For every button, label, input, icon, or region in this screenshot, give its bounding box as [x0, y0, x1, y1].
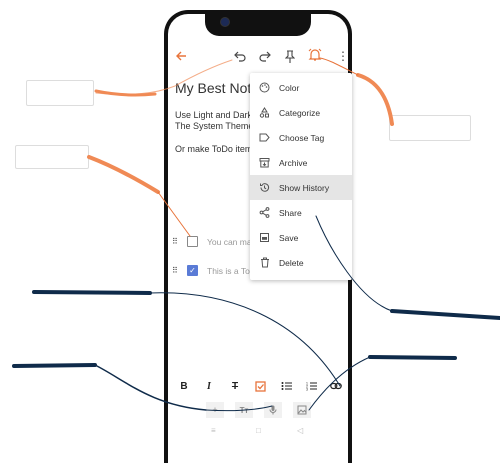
pin-icon[interactable]: [282, 48, 298, 64]
drag-handle-icon[interactable]: ⠿: [172, 266, 178, 275]
save-icon: [250, 232, 279, 243]
todo-text[interactable]: This is a To: [207, 266, 250, 276]
menu-item-label: Save: [279, 232, 299, 243]
menu-item-label: Show History: [279, 182, 330, 193]
camera-icon: [221, 18, 229, 26]
menu-item-show-history[interactable]: Show History: [250, 175, 352, 200]
note-title[interactable]: My Best Note: [175, 80, 259, 96]
todo-checkbox[interactable]: [187, 236, 198, 247]
todo-text[interactable]: You can ma: [207, 237, 252, 247]
menu-item-label: Color: [279, 82, 300, 93]
redo-icon[interactable]: [257, 48, 273, 64]
menu-item-categorize[interactable]: Categorize: [250, 100, 352, 125]
overflow-menu: Color Categorize Choose Tag Archive Show…: [250, 73, 352, 280]
todo-checkbox-checked[interactable]: ✓: [187, 265, 198, 276]
share-icon: [250, 207, 279, 218]
menu-item-delete[interactable]: Delete: [250, 250, 352, 275]
tag-icon: [250, 133, 279, 142]
callout-label-box: [15, 145, 89, 169]
bold-icon[interactable]: B: [178, 380, 190, 392]
strikethrough-icon[interactable]: T: [229, 380, 241, 392]
reminder-bell-icon[interactable]: [307, 47, 323, 63]
home-icon[interactable]: □: [256, 426, 261, 435]
undo-icon[interactable]: [231, 48, 247, 64]
drag-handle-icon[interactable]: ⠿: [172, 237, 178, 246]
numbered-list-icon[interactable]: 123: [305, 380, 317, 392]
menu-item-choose-tag[interactable]: Choose Tag: [250, 125, 352, 150]
menu-item-label: Delete: [279, 257, 304, 268]
more-vert-icon[interactable]: ⋮: [335, 48, 351, 64]
italic-icon[interactable]: I: [203, 380, 215, 392]
menu-item-archive[interactable]: Archive: [250, 150, 352, 175]
menu-item-label: Categorize: [279, 107, 321, 118]
menu-item-share[interactable]: Share: [250, 200, 352, 225]
menu-item-label: Share: [279, 207, 302, 218]
microphone-icon[interactable]: [264, 402, 282, 418]
body-line-2[interactable]: The System Theme: [175, 121, 253, 132]
menu-item-label: Choose Tag: [279, 132, 325, 143]
category-icon: [250, 107, 279, 118]
back-arrow-icon[interactable]: [173, 48, 189, 64]
callout-label-box: [389, 115, 471, 141]
palette-icon: [250, 82, 279, 93]
menu-item-color[interactable]: Color: [250, 75, 352, 100]
image-icon[interactable]: [293, 402, 311, 418]
bullet-list-icon[interactable]: [280, 380, 292, 392]
trash-icon: [250, 257, 279, 268]
link-icon[interactable]: [330, 380, 342, 392]
menu-item-save[interactable]: Save: [250, 225, 352, 250]
back-icon[interactable]: ◁: [297, 426, 303, 435]
body-line-1[interactable]: Use Light and Dark: [175, 110, 252, 121]
menu-item-label: Archive: [279, 157, 308, 168]
add-icon[interactable]: +: [206, 402, 224, 418]
history-icon: [250, 182, 279, 193]
archive-icon: [250, 157, 279, 168]
body-line-3[interactable]: Or make ToDo item: [175, 144, 252, 155]
recent-apps-icon[interactable]: ≡: [211, 426, 216, 435]
text-format-icon[interactable]: Tт: [235, 402, 253, 418]
checkbox-icon[interactable]: [254, 380, 266, 392]
svg-text:3: 3: [306, 388, 308, 392]
callout-label-box: [26, 80, 94, 106]
